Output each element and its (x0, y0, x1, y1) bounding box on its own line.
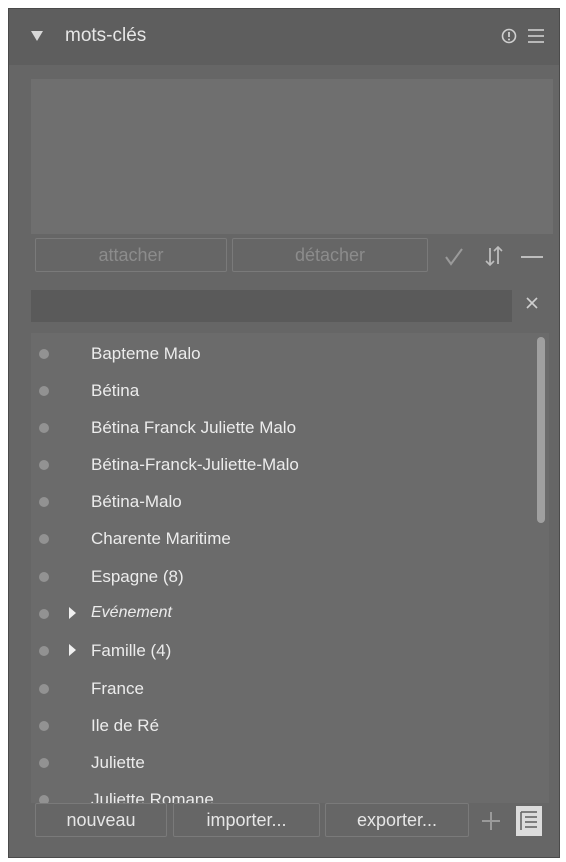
keyword-dot-icon[interactable] (39, 460, 49, 470)
list-item[interactable]: Ile de Ré (31, 707, 533, 744)
keyword-label: Charente Maritime (91, 529, 231, 548)
minus-icon[interactable] (520, 247, 544, 267)
keyword-dot-icon[interactable] (39, 349, 49, 359)
list-scrollbar[interactable] (537, 337, 545, 799)
export-button[interactable]: exporter... (325, 803, 469, 837)
list-item[interactable]: Bétina (31, 372, 533, 409)
keyword-label: Bétina (91, 381, 140, 400)
keyword-label: Espagne (8) (91, 567, 184, 586)
close-icon[interactable] (525, 296, 539, 310)
keyword-dot-icon[interactable] (39, 572, 49, 582)
keyword-label: Juliette (91, 753, 145, 772)
plus-icon[interactable] (481, 811, 501, 831)
panel-header[interactable]: mots-clés (9, 9, 559, 65)
hamburger-menu-icon[interactable] (527, 28, 545, 44)
scrollbar-thumb[interactable] (537, 337, 545, 523)
list-item[interactable]: Juliette (31, 744, 533, 781)
list-item[interactable]: Evénement (31, 595, 533, 632)
panel-title: mots-clés (65, 25, 147, 46)
keywords-panel: mots-clés attacher détacher Bapteme Malo… (8, 8, 560, 858)
keyword-dot-icon[interactable] (39, 646, 49, 656)
list-item[interactable]: Juliette Romane (31, 781, 533, 803)
tree-view-icon[interactable] (516, 806, 542, 836)
keyword-label: France (91, 679, 144, 698)
triangle-down-icon[interactable] (31, 31, 43, 41)
list-item[interactable]: France (31, 670, 533, 707)
keyword-dot-icon[interactable] (39, 795, 49, 803)
check-icon[interactable] (444, 247, 464, 267)
keyword-label: Bétina Franck Juliette Malo (91, 418, 297, 437)
keyword-tree-list[interactable]: Bapteme Malo Bétina Bétina Franck Juliet… (31, 333, 549, 803)
expand-arrow-icon[interactable] (69, 607, 76, 619)
list-item[interactable]: Bapteme Malo (31, 335, 533, 372)
keyword-dot-icon[interactable] (39, 497, 49, 507)
attach-button[interactable]: attacher (35, 238, 227, 272)
import-button[interactable]: importer... (173, 803, 320, 837)
detach-button[interactable]: détacher (232, 238, 428, 272)
list-item[interactable]: Bétina-Franck-Juliette-Malo (31, 446, 533, 483)
list-item[interactable]: Charente Maritime (31, 520, 533, 557)
keyword-label: Bétina-Malo (91, 492, 182, 511)
keyword-label: Evénement (91, 604, 172, 621)
search-input[interactable] (31, 290, 512, 322)
keyword-dot-icon[interactable] (39, 758, 49, 768)
attached-keywords-area[interactable] (31, 79, 553, 234)
list-item[interactable]: Famille (4) (31, 632, 533, 669)
keyword-label: Bétina-Franck-Juliette-Malo (91, 455, 299, 474)
list-item[interactable]: Bétina Franck Juliette Malo (31, 409, 533, 446)
keyword-dot-icon[interactable] (39, 423, 49, 433)
sort-icon[interactable] (484, 245, 504, 267)
keyword-dot-icon[interactable] (39, 386, 49, 396)
reset-icon[interactable] (501, 28, 517, 44)
expand-arrow-icon[interactable] (69, 644, 76, 656)
keyword-dot-icon[interactable] (39, 609, 49, 619)
keyword-dot-icon[interactable] (39, 721, 49, 731)
keyword-label: Famille (4) (91, 641, 172, 660)
new-keyword-button[interactable]: nouveau (35, 803, 167, 837)
keyword-label: Juliette Romane (91, 790, 214, 803)
list-item[interactable]: Espagne (8) (31, 558, 533, 595)
keyword-dot-icon[interactable] (39, 684, 49, 694)
keyword-dot-icon[interactable] (39, 534, 49, 544)
keyword-label: Bapteme Malo (91, 344, 201, 363)
keyword-label: Ile de Ré (91, 716, 160, 735)
list-item[interactable]: Bétina-Malo (31, 483, 533, 520)
